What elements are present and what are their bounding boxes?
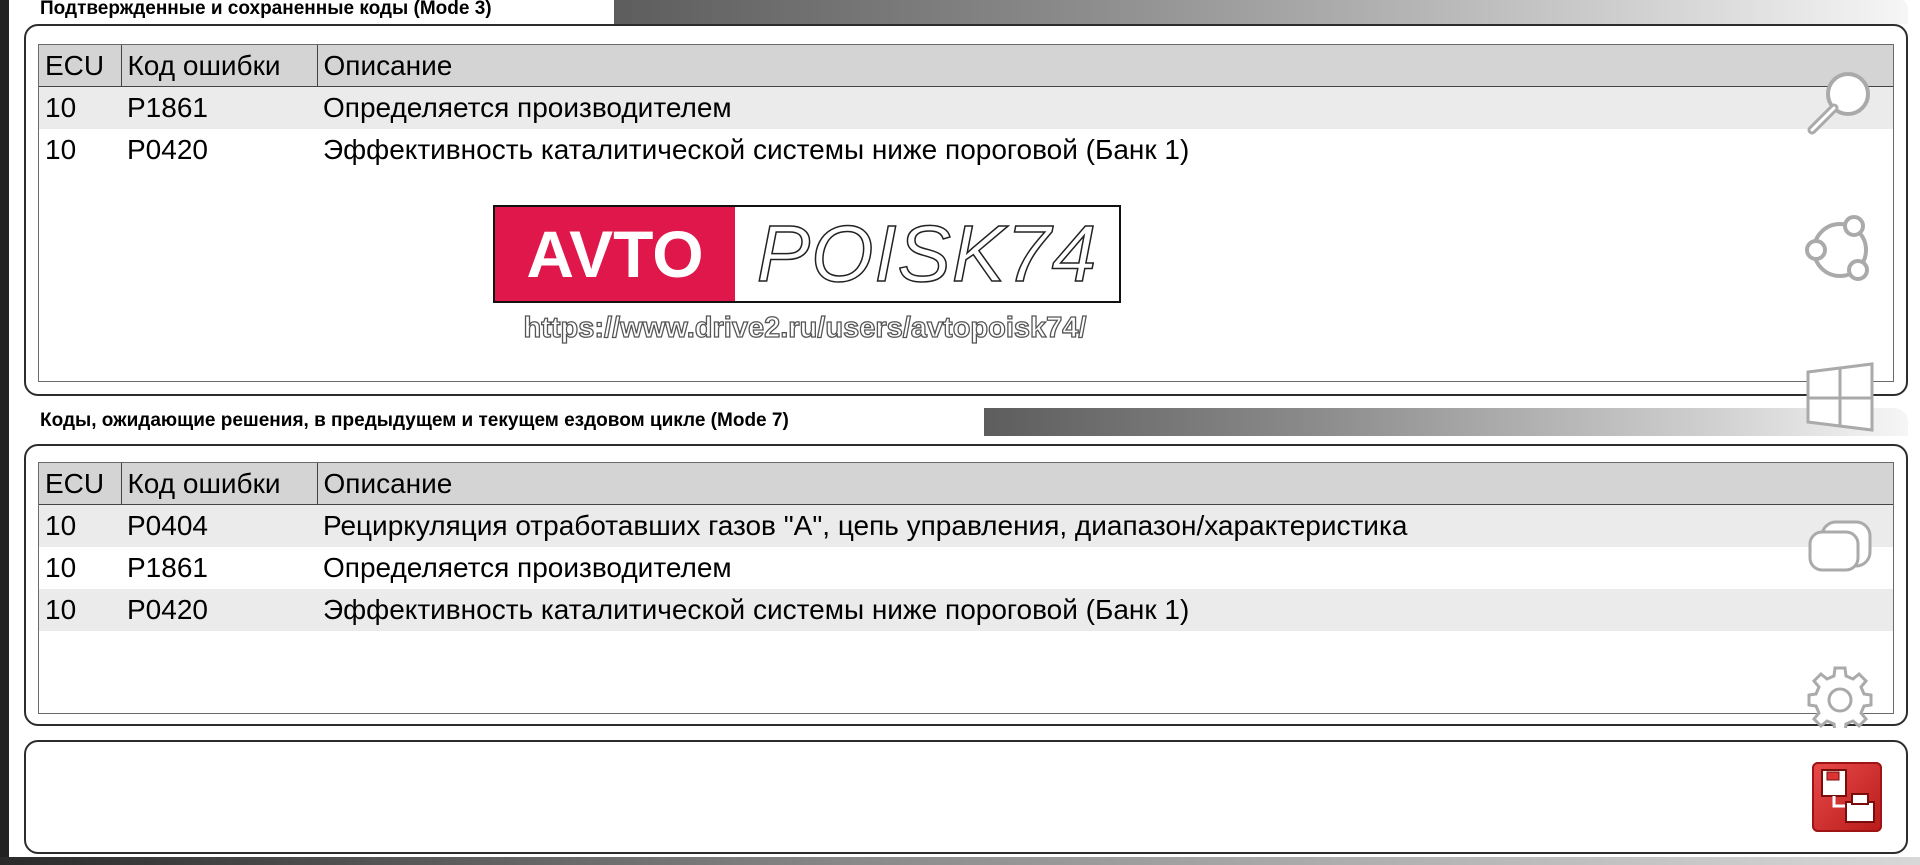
save-print-button[interactable] <box>1812 762 1882 832</box>
ecu-cell: 10 <box>45 134 77 165</box>
share-icon[interactable] <box>1804 212 1876 284</box>
table-row[interactable]: 10 P0420 Эффективность каталитической си… <box>39 589 1893 631</box>
col-header-ecu[interactable]: ECU <box>39 45 122 87</box>
col-header-code[interactable]: Код ошибки <box>121 463 318 505</box>
mode7-table: ECU Код ошибки Описание 10 P0404 Рецирку… <box>39 463 1893 631</box>
description-cell: Эффективность каталитической системы ниж… <box>323 134 1190 165</box>
logo-brand-right: POISK74 <box>756 208 1098 299</box>
mode7-table-box: ECU Код ошибки Описание 10 P0404 Рецирку… <box>38 462 1894 714</box>
description-cell: Определяется производителем <box>317 86 1893 129</box>
code-cell: P1861 <box>127 552 208 583</box>
col-header-description[interactable]: Описание <box>317 463 1893 505</box>
code-cell: P0420 <box>121 589 317 631</box>
watermark-logo: AVTO POISK74 <box>493 205 1121 303</box>
code-cell: P0404 <box>121 504 317 547</box>
description-cell: Эффективность каталитической системы ниж… <box>317 589 1893 631</box>
search-icon[interactable] <box>1804 68 1876 136</box>
bottom-edge-bar <box>0 857 1920 865</box>
mode7-panel: ECU Код ошибки Описание 10 P0404 Рецирку… <box>24 444 1908 726</box>
mode3-title: Подтвержденные и сохраненные коды (Mode … <box>24 0 518 24</box>
col-header-ecu[interactable]: ECU <box>39 463 122 505</box>
table-row[interactable]: 10 P1861 Определяется производителем <box>39 547 1893 589</box>
code-cell: P1861 <box>121 86 317 129</box>
ecu-cell: 10 <box>39 504 121 547</box>
gear-icon[interactable] <box>1804 662 1876 728</box>
window-toggle-icon[interactable] <box>1804 516 1876 576</box>
mode3-table: ECU Код ошибки Описание 10 P1861 Определ… <box>39 45 1893 171</box>
ecu-cell: 10 <box>45 552 77 583</box>
code-cell: P0420 <box>127 134 208 165</box>
save-print-icon <box>1821 769 1875 823</box>
mode7-section-header: Коды, ожидающие решения, в предыдущем и … <box>24 408 1908 436</box>
windows-icon[interactable] <box>1804 362 1876 432</box>
watermark-url: https://www.drive2.ru/users/avtopoisk74/ <box>523 311 1087 344</box>
table-row[interactable]: 10 P0420 Эффективность каталитической си… <box>39 129 1893 171</box>
description-cell: Рециркуляция отработавших газов "A", цеп… <box>317 504 1893 547</box>
logo-brand-left: AVTO <box>495 207 735 301</box>
table-row[interactable]: 10 P0404 Рециркуляция отработавших газов… <box>39 504 1893 547</box>
ecu-cell: 10 <box>39 589 121 631</box>
col-header-code[interactable]: Код ошибки <box>121 45 318 87</box>
description-cell: Определяется производителем <box>323 552 732 583</box>
status-panel <box>24 740 1908 854</box>
mode3-section-header: Подтвержденные и сохраненные коды (Mode … <box>24 0 1908 24</box>
col-header-description[interactable]: Описание <box>317 45 1893 87</box>
mode7-title: Коды, ожидающие решения, в предыдущем и … <box>24 408 815 436</box>
ecu-cell: 10 <box>39 86 121 129</box>
left-edge-bar <box>0 0 9 865</box>
table-row[interactable]: 10 P1861 Определяется производителем <box>39 86 1893 129</box>
